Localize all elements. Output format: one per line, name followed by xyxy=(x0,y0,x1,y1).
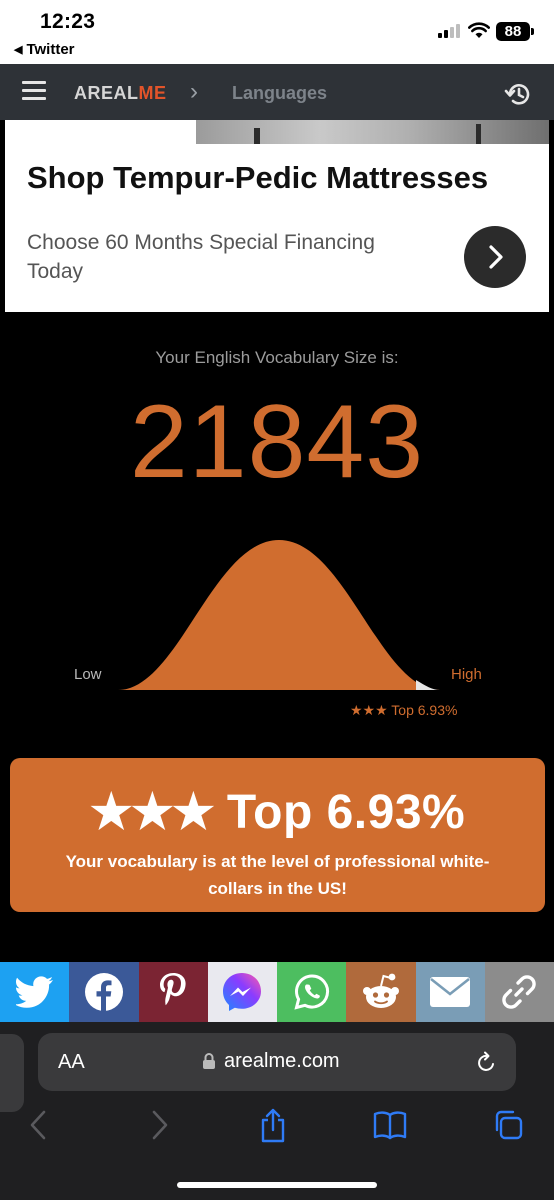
vocabulary-score: 21843 xyxy=(129,384,425,500)
share-whatsapp-button[interactable] xyxy=(277,962,347,1022)
share-twitter-button[interactable] xyxy=(0,962,70,1022)
advertisement[interactable]: Shop Tempur-Pedic Mattresses Choose 60 M… xyxy=(5,120,549,312)
whatsapp-icon xyxy=(294,974,329,1010)
distribution-curve xyxy=(118,540,440,690)
logo-primary: AREAL xyxy=(74,83,139,103)
share-email-button[interactable] xyxy=(415,962,485,1022)
back-app-label: Twitter xyxy=(26,41,75,58)
rank-marker-label: ★★★ Top 6.93% xyxy=(350,702,458,718)
star-icons: ★★★ xyxy=(89,786,215,839)
share-facebook-button[interactable] xyxy=(69,962,139,1022)
breadcrumb-languages[interactable]: Languages xyxy=(232,83,327,104)
status-time: 12:23 xyxy=(40,10,96,33)
logo-accent: ME xyxy=(138,83,167,103)
history-icon[interactable] xyxy=(504,80,532,108)
url-text[interactable]: arealme.com xyxy=(224,1050,340,1073)
address-bar[interactable]: AA arealme.com xyxy=(38,1033,516,1091)
home-indicator xyxy=(177,1182,377,1188)
pinterest-icon xyxy=(160,973,186,1006)
text-size-button[interactable]: AA xyxy=(58,1051,85,1074)
twitter-icon xyxy=(15,976,53,1008)
email-icon xyxy=(430,977,471,1007)
wifi-icon xyxy=(468,22,490,38)
tabs-icon[interactable] xyxy=(493,1108,525,1142)
share-icon[interactable] xyxy=(258,1108,288,1144)
reddit-icon xyxy=(362,973,399,1008)
battery-icon: 88 xyxy=(496,22,534,41)
chevron-right-icon: › xyxy=(190,78,198,105)
ad-next-button[interactable] xyxy=(464,226,526,288)
back-to-app-link[interactable]: ◀ Twitter xyxy=(14,41,75,58)
share-reddit-button[interactable] xyxy=(346,962,416,1022)
low-label: Low xyxy=(74,666,102,683)
result-summary-box: ★★★ Top 6.93% Your vocabulary is at the l… xyxy=(10,758,545,912)
result-rank-heading: ★★★ Top 6.93% xyxy=(10,784,545,840)
ad-title[interactable]: Shop Tempur-Pedic Mattresses xyxy=(27,160,488,196)
menu-icon[interactable] xyxy=(22,81,46,103)
ad-image xyxy=(196,120,549,144)
chevron-right-icon xyxy=(489,245,503,269)
messenger-icon xyxy=(223,973,262,1011)
result-label: Your English Vocabulary Size is: xyxy=(155,348,399,367)
status-bar: 12:23 ◀ Twitter 88 xyxy=(0,0,554,64)
share-pinterest-button[interactable] xyxy=(138,962,208,1022)
forward-arrow-icon[interactable] xyxy=(148,1108,170,1142)
result-description: Your vocabulary is at the level of profe… xyxy=(65,852,490,898)
share-messenger-button[interactable] xyxy=(207,962,277,1022)
cellular-signal-icon xyxy=(438,24,460,38)
ad-subtitle: Choose 60 Months Special Financing Today xyxy=(27,231,375,283)
bookmarks-icon[interactable] xyxy=(372,1108,408,1142)
facebook-icon xyxy=(84,973,123,1011)
share-bar xyxy=(0,962,554,1022)
browser-toolbar xyxy=(0,1108,554,1148)
site-logo[interactable]: AREALME xyxy=(74,83,167,104)
link-icon xyxy=(502,975,537,1009)
back-triangle-icon: ◀ xyxy=(14,44,23,56)
high-label: High xyxy=(451,666,482,683)
back-arrow-icon[interactable] xyxy=(28,1108,50,1142)
previous-tab-preview[interactable] xyxy=(0,1034,24,1112)
reload-icon[interactable] xyxy=(476,1050,498,1074)
result-rank-text: Top 6.93% xyxy=(226,786,466,839)
lock-icon xyxy=(203,1053,215,1069)
copy-link-button[interactable] xyxy=(484,962,554,1022)
site-header: AREALME › Languages xyxy=(0,64,554,120)
browser-chrome: AA arealme.com xyxy=(0,1022,554,1200)
